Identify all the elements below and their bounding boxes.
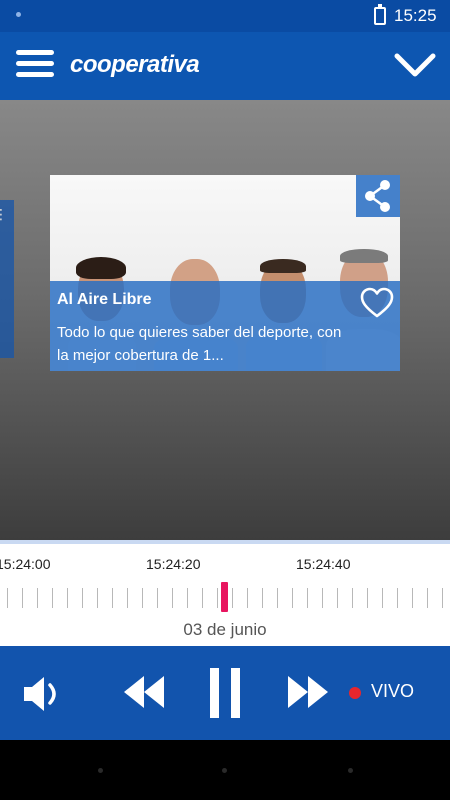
program-title: Al Aire Libre [57,291,152,308]
timeline-tick [292,588,293,608]
timeline-tick [157,588,158,608]
timeline-tick [217,588,218,608]
timeline-scrubber[interactable]: 15:24:00 15:24:20 15:24:40 03 de junio [0,540,450,646]
timeline-tick [82,588,83,608]
previous-program-card[interactable]: ⋮ [0,200,14,358]
timeline-tick [397,588,398,608]
timeline-tick [262,588,263,608]
nav-recents-icon[interactable] [348,768,353,773]
timeline-tick [247,588,248,608]
rewind-icon[interactable] [122,674,166,715]
timeline-tick [127,588,128,608]
heart-outline-icon[interactable] [360,287,394,324]
timeline-tick [187,588,188,608]
timeline-tick [112,588,113,608]
timeline-tick [67,588,68,608]
program-card[interactable]: Al Aire Libre Todo lo que quieres saber … [50,175,400,371]
nav-back-icon[interactable] [98,768,103,773]
timeline-label: 15:24:20 [146,556,201,572]
timeline-tick [322,588,323,608]
live-dot-icon [349,687,361,699]
share-icon: ⋮ [0,206,8,222]
status-bar: 15:25 [0,0,450,32]
hamburger-menu-icon[interactable] [16,50,54,80]
timeline-tick [22,588,23,608]
timeline-tick [337,588,338,608]
timeline-label: 15:24:40 [296,556,351,572]
live-button[interactable]: VIVO [371,681,414,702]
timeline-tick [232,588,233,608]
playhead-marker[interactable] [221,582,228,612]
app-logo: cooperativa [70,51,200,78]
timeline-tick [52,588,53,608]
player-controls: VIVO [0,646,450,740]
timeline-label: 15:24:00 [0,556,51,572]
timeline-tick [97,588,98,608]
fast-forward-icon[interactable] [286,674,330,715]
system-nav-bar [0,740,450,800]
battery-charging-icon [374,4,386,25]
program-carousel: ⋮ Al Aire Libre Todo lo que quieres sabe… [0,100,450,540]
timeline-tick [142,588,143,608]
pause-icon[interactable] [210,668,240,723]
timeline-tick [367,588,368,608]
app-bar: cooperativa [0,32,450,100]
timeline-tick [412,588,413,608]
nav-home-icon[interactable] [222,768,227,773]
program-description: Todo lo que quieres saber del deporte, c… [57,324,342,364]
timeline-tick [172,588,173,608]
speaker-icon[interactable] [22,674,68,719]
timeline-tick [352,588,353,608]
timeline-tick [382,588,383,608]
timeline-tick [427,588,428,608]
chevron-down-icon[interactable] [394,52,436,80]
program-info-overlay: Al Aire Libre Todo lo que quieres saber … [50,281,400,371]
status-time: 15:25 [394,6,437,25]
timeline-date: 03 de junio [183,620,267,639]
timeline-tick [7,588,8,608]
timeline-tick [307,588,308,608]
share-icon[interactable] [356,175,400,217]
timeline-tick [277,588,278,608]
timeline-tick [37,588,38,608]
notification-dot-icon [16,12,21,17]
timeline-tick [202,588,203,608]
timeline-tick [442,588,443,608]
